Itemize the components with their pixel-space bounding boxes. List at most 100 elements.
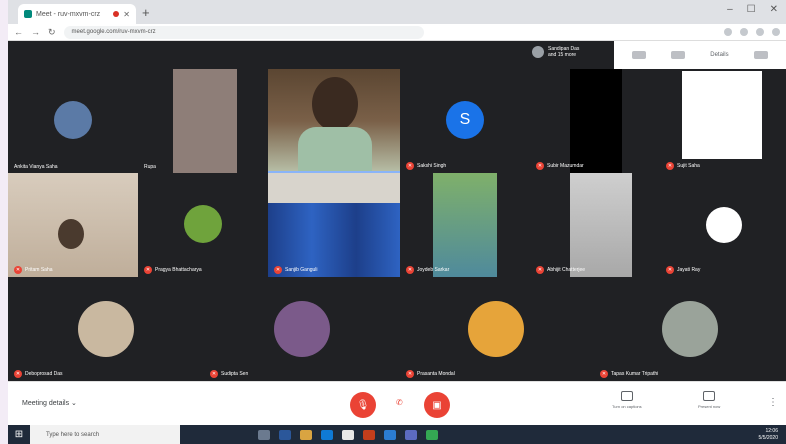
mic-off-icon: ✕ xyxy=(14,266,22,274)
extension-icon[interactable] xyxy=(756,28,764,36)
participant-name: Deboprosad Das xyxy=(25,371,63,377)
participant-tile[interactable]: ✕ Deboprosad Das xyxy=(8,277,204,381)
participant-name: Tapas Kumar Tripathi xyxy=(611,371,659,377)
participant-grid: Ankita Vianya Saha Rupa S ✕ Sakshi Singh … xyxy=(8,69,786,381)
windows-taskbar: ⊞ Type here to search 12:06 5/5/2020 xyxy=(8,425,786,444)
participant-name: Jayati Ray xyxy=(677,267,701,273)
minimize-icon[interactable]: – xyxy=(727,4,733,15)
mic-off-icon: ✕ xyxy=(600,370,608,378)
participant-tile[interactable]: S ✕ Sakshi Singh xyxy=(400,69,530,173)
chat-icon[interactable] xyxy=(671,51,686,59)
participant-name: Prasanta Mondal xyxy=(417,371,455,377)
url-field[interactable]: meet.google.com/ruv-mxvm-crz xyxy=(63,25,424,39)
end-call-button[interactable]: ✆ xyxy=(396,398,403,407)
participant-avatar xyxy=(184,205,222,243)
task-view-icon[interactable] xyxy=(258,429,270,440)
meet-favicon-icon xyxy=(24,10,32,18)
participant-tile[interactable]: Ankita Vianya Saha xyxy=(8,69,138,173)
clock-time: 12:06 xyxy=(765,427,778,434)
participant-tile[interactable]: ✕ Subir Mazumdar xyxy=(530,69,660,173)
participant-name: Rupa xyxy=(144,164,156,170)
mic-off-icon: ✕ xyxy=(274,266,282,274)
participant-avatar xyxy=(274,301,330,357)
participant-tile[interactable]: ✕ Pritam Saha xyxy=(8,173,138,277)
participant-tile[interactable]: ✕ Jayati Ray xyxy=(660,173,786,277)
participant-video xyxy=(570,173,632,277)
chrome-icon[interactable] xyxy=(426,429,438,440)
mic-toggle-button[interactable]: 🎙 xyxy=(350,392,376,418)
file-explorer-icon[interactable] xyxy=(300,429,312,440)
participant-tile[interactable]: ✕ Sujit Saha xyxy=(660,69,786,173)
participant-avatar xyxy=(54,101,92,139)
extension-icon[interactable] xyxy=(740,28,748,36)
participant-head xyxy=(58,219,84,249)
participant-video xyxy=(570,69,622,173)
clock-date: 5/5/2020 xyxy=(758,434,778,441)
participant-name: Pritam Saha xyxy=(25,267,53,273)
new-tab-button[interactable]: + xyxy=(142,5,150,20)
taskbar-search[interactable]: Type here to search xyxy=(30,425,180,444)
mic-off-icon: ✕ xyxy=(406,370,414,378)
more-options-icon[interactable]: ⋮ xyxy=(768,397,778,408)
captions-button[interactable]: Turn on captions xyxy=(612,391,642,409)
forward-icon[interactable]: → xyxy=(31,27,40,37)
address-bar: ← → ↻ meet.google.com/ruv-mxvm-crz xyxy=(8,24,786,41)
meet-bottom-bar: Meeting details ⌄ 🎙 ✆ ▣ Turn on captions… xyxy=(8,381,786,425)
mic-off-icon: ✕ xyxy=(536,266,544,274)
taskbar-search-placeholder: Type here to search xyxy=(46,431,100,438)
back-icon[interactable]: ← xyxy=(14,27,23,37)
profile-icon[interactable] xyxy=(772,28,780,36)
extensions xyxy=(724,28,780,36)
participant-tile[interactable]: ✕ Sudipta Sen xyxy=(204,277,400,381)
participant-avatar xyxy=(662,301,718,357)
participant-tile[interactable]: ✕ Pragya Bhattacharya xyxy=(138,173,268,277)
participant-tile[interactable]: ✕ Prasanta Mondal xyxy=(400,277,594,381)
reload-icon[interactable]: ↻ xyxy=(48,27,56,38)
participant-avatar xyxy=(468,301,524,357)
speaker-head xyxy=(312,77,358,131)
app-icon[interactable] xyxy=(321,429,333,440)
mic-off-icon: ✕ xyxy=(406,266,414,274)
participant-name: Subir Mazumdar xyxy=(547,163,584,169)
app-icon[interactable] xyxy=(363,429,375,440)
windows-start-icon[interactable]: ⊞ xyxy=(8,425,30,444)
user-avatar[interactable] xyxy=(753,51,768,59)
participant-avatar xyxy=(706,207,742,243)
people-icon[interactable] xyxy=(632,51,647,59)
participant-video xyxy=(173,69,237,173)
camera-toggle-button[interactable]: ▣ xyxy=(424,392,450,418)
app-icon[interactable] xyxy=(279,429,291,440)
close-tab-icon[interactable]: ✕ xyxy=(123,10,130,19)
meeting-details-button[interactable]: Meeting details ⌄ xyxy=(22,399,77,407)
store-icon[interactable] xyxy=(342,429,354,440)
participant-name: Joydeb Sarkar xyxy=(417,267,450,273)
browser-tab[interactable]: Meet - ruv-mxvm-crz ✕ xyxy=(18,4,136,24)
window-controls: – ☐ ✕ xyxy=(727,4,778,15)
end-call-icon: ✆ xyxy=(396,398,403,407)
participant-tile[interactable]: ✕ Sanjib Ganguli xyxy=(268,173,400,277)
maximize-icon[interactable]: ☐ xyxy=(747,4,756,15)
participant-tile-active[interactable] xyxy=(268,69,400,173)
mail-icon[interactable] xyxy=(384,429,396,440)
browser-tab-strip: Meet - ruv-mxvm-crz ✕ + – ☐ ✕ xyxy=(8,0,786,24)
system-tray[interactable]: 12:06 5/5/2020 xyxy=(759,428,778,442)
present-icon xyxy=(703,391,716,401)
close-window-icon[interactable]: ✕ xyxy=(770,4,778,15)
present-button[interactable]: Present now xyxy=(698,391,720,409)
curtain-top xyxy=(268,173,400,203)
meet-top-right-controls: Details xyxy=(614,41,786,69)
participant-tile[interactable]: ✕ Tapas Kumar Tripathi xyxy=(594,277,786,381)
mic-off-icon: ✕ xyxy=(666,266,674,274)
participant-name: Sanjib Ganguli xyxy=(285,267,318,273)
participant-tile[interactable]: ✕ Joydeb Sarkar xyxy=(400,173,530,277)
mic-off-icon: ✕ xyxy=(14,370,22,378)
mic-off-icon: ✕ xyxy=(210,370,218,378)
mic-off-icon: ✕ xyxy=(536,162,544,170)
top-right-label[interactable]: Details xyxy=(710,52,728,58)
star-icon[interactable] xyxy=(724,28,732,36)
participant-tile[interactable]: ✕ Abhijit Chatterjee xyxy=(530,173,660,277)
taskbar-apps xyxy=(258,429,438,440)
participant-name: Sudipta Sen xyxy=(221,371,249,377)
app-icon[interactable] xyxy=(405,429,417,440)
participant-tile[interactable]: Rupa xyxy=(138,69,268,173)
